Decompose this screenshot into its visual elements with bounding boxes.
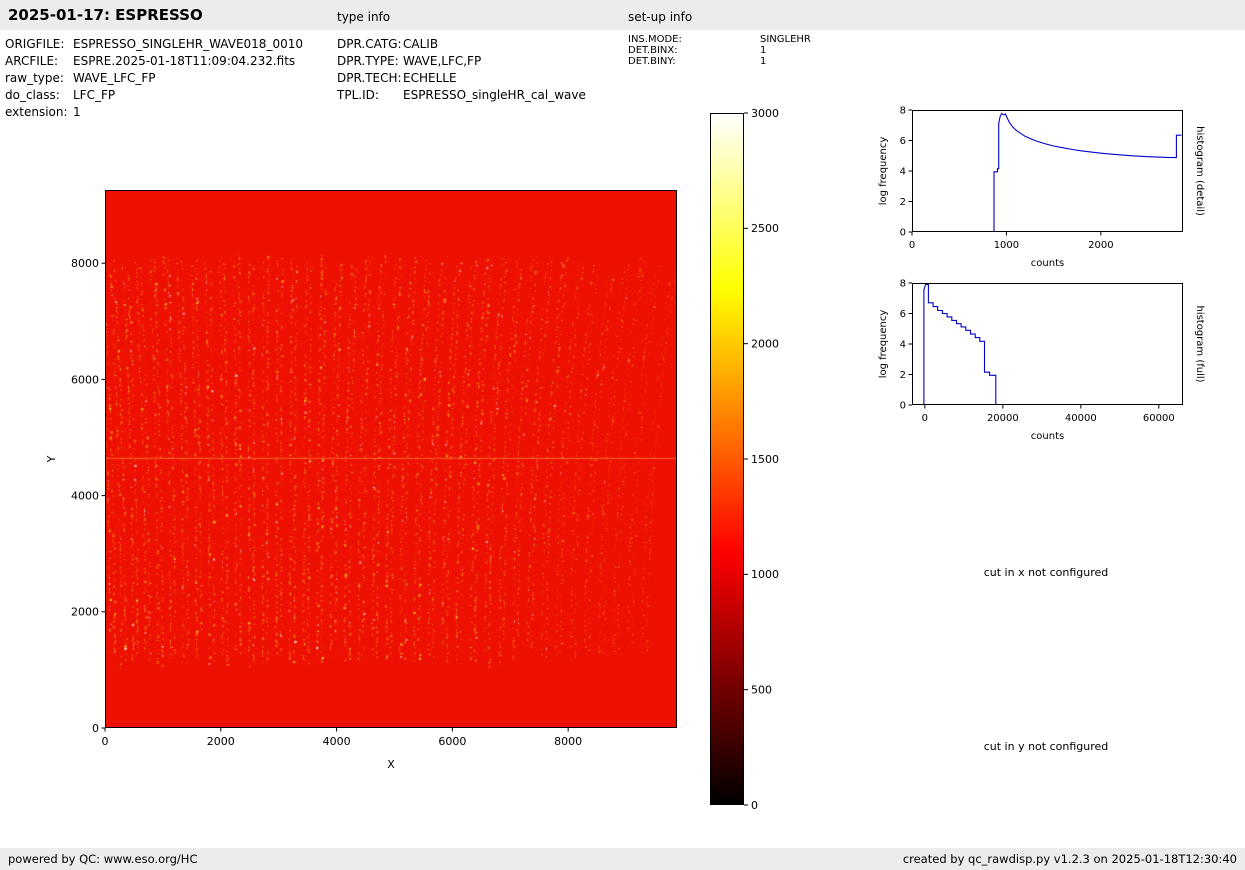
svg-text:histogram (full): histogram (full) xyxy=(1194,305,1205,382)
svg-text:histogram (detail): histogram (detail) xyxy=(1194,126,1205,216)
svg-text:2000: 2000 xyxy=(1088,240,1113,251)
meta-value: CALIB xyxy=(403,36,438,53)
svg-text:2000: 2000 xyxy=(71,606,99,619)
svg-text:0: 0 xyxy=(922,413,928,424)
meta-row: raw_type:WAVE_LFC_FP xyxy=(5,70,303,87)
meta-label: DET.BINX: xyxy=(628,45,760,56)
meta-value: SINGLEHR xyxy=(760,34,811,45)
meta-label: extension: xyxy=(5,104,73,121)
svg-text:0: 0 xyxy=(92,722,99,735)
colorbar-scale: 0 500 1000 1500 2000 2500 3000 xyxy=(744,108,792,810)
meta-row: DPR.TECH:ECHELLE xyxy=(337,70,586,87)
svg-text:3000: 3000 xyxy=(751,107,779,120)
svg-text:counts: counts xyxy=(1031,258,1064,269)
meta-value: ESPRESSO_SINGLEHR_WAVE018_0010 xyxy=(73,36,303,53)
svg-text:1000: 1000 xyxy=(994,240,1019,251)
svg-text:8: 8 xyxy=(900,279,906,290)
meta-value: 1 xyxy=(760,56,766,67)
svg-text:0: 0 xyxy=(900,401,906,412)
svg-text:2500: 2500 xyxy=(751,222,779,235)
meta-value: LFC_FP xyxy=(73,87,115,104)
svg-text:0: 0 xyxy=(102,735,109,748)
svg-text:6000: 6000 xyxy=(438,735,466,748)
meta-row: DPR.TYPE:WAVE,LFC,FP xyxy=(337,53,586,70)
svg-text:500: 500 xyxy=(751,683,772,696)
meta-row: DET.BINX:1 xyxy=(628,45,811,56)
svg-text:4: 4 xyxy=(900,340,906,351)
svg-text:40000: 40000 xyxy=(1065,413,1097,424)
svg-text:log frequency: log frequency xyxy=(878,310,889,379)
raw-frame-axes: 0 2000 4000 6000 8000 0 2000 4000 6000 8000 X Y xyxy=(40,180,692,788)
meta-value: ESPRE.2025-01-18T11:09:04.232.fits xyxy=(73,53,295,70)
meta-label: TPL.ID: xyxy=(337,87,403,104)
meta-row: DET.BINY:1 xyxy=(628,56,811,67)
svg-text:Y: Y xyxy=(45,455,58,463)
meta-row: DPR.CATG:CALIB xyxy=(337,36,586,53)
cut-x-note: cut in x not configured xyxy=(926,566,1166,579)
svg-text:60000: 60000 xyxy=(1143,413,1175,424)
meta-label: DPR.TYPE: xyxy=(337,53,403,70)
meta-label: DET.BINY: xyxy=(628,56,760,67)
type-info-heading: type info xyxy=(337,10,390,24)
svg-text:0: 0 xyxy=(751,799,758,812)
svg-text:0: 0 xyxy=(909,240,915,251)
svg-text:8000: 8000 xyxy=(71,257,99,270)
meta-row: ARCFILE:ESPRE.2025-01-18T11:09:04.232.fi… xyxy=(5,53,303,70)
meta-label: ORIGFILE: xyxy=(5,36,73,53)
footer-bar: powered by QC: www.eso.org/HC created by… xyxy=(0,848,1245,870)
footer-left: powered by QC: www.eso.org/HC xyxy=(8,852,197,866)
svg-text:2: 2 xyxy=(900,197,906,208)
type-info-block: DPR.CATG:CALIBDPR.TYPE:WAVE,LFC,FPDPR.TE… xyxy=(337,36,586,104)
meta-value: WAVE,LFC,FP xyxy=(403,53,481,70)
meta-value: ESPRESSO_singleHR_cal_wave xyxy=(403,87,586,104)
meta-label: raw_type: xyxy=(5,70,73,87)
meta-row: TPL.ID:ESPRESSO_singleHR_cal_wave xyxy=(337,87,586,104)
setup-info-block: INS.MODE:SINGLEHRDET.BINX:1DET.BINY:1 xyxy=(628,34,811,67)
meta-row: INS.MODE:SINGLEHR xyxy=(628,34,811,45)
meta-value: ECHELLE xyxy=(403,70,457,87)
svg-text:counts: counts xyxy=(1031,431,1064,442)
svg-text:6: 6 xyxy=(900,136,906,147)
svg-text:6000: 6000 xyxy=(71,373,99,386)
svg-text:2000: 2000 xyxy=(207,735,235,748)
colorbar xyxy=(710,113,744,805)
svg-text:4: 4 xyxy=(900,167,906,178)
page-title: 2025-01-17: ESPRESSO xyxy=(8,6,203,24)
svg-text:1000: 1000 xyxy=(751,568,779,581)
svg-text:20000: 20000 xyxy=(987,413,1019,424)
cut-y-note: cut in y not configured xyxy=(926,740,1166,753)
footer-right: created by qc_rawdisp.py v1.2.3 on 2025-… xyxy=(903,852,1237,866)
svg-text:2000: 2000 xyxy=(751,337,779,350)
svg-text:4000: 4000 xyxy=(71,489,99,502)
histogram-detail-chart: 0 1000 2000 0 2 4 6 8 counts log frequency histogr… xyxy=(867,102,1215,280)
meta-row: do_class:LFC_FP xyxy=(5,87,303,104)
svg-text:4000: 4000 xyxy=(323,735,351,748)
meta-value: 1 xyxy=(73,104,81,121)
svg-text:1500: 1500 xyxy=(751,453,779,466)
meta-label: DPR.CATG: xyxy=(337,36,403,53)
svg-text:2: 2 xyxy=(900,370,906,381)
meta-label: do_class: xyxy=(5,87,73,104)
meta-label: ARCFILE: xyxy=(5,53,73,70)
meta-label: DPR.TECH: xyxy=(337,70,403,87)
svg-text:8000: 8000 xyxy=(554,735,582,748)
svg-text:0: 0 xyxy=(900,228,906,239)
file-info-block: ORIGFILE:ESPRESSO_SINGLEHR_WAVE018_0010A… xyxy=(5,36,303,121)
svg-text:X: X xyxy=(387,758,395,771)
svg-text:log frequency: log frequency xyxy=(878,137,889,206)
header-bar: 2025-01-17: ESPRESSO type info set-up in… xyxy=(0,0,1245,30)
svg-text:6: 6 xyxy=(900,309,906,320)
meta-value: 1 xyxy=(760,45,766,56)
svg-text:8: 8 xyxy=(900,106,906,117)
meta-row: extension:1 xyxy=(5,104,303,121)
meta-row: ORIGFILE:ESPRESSO_SINGLEHR_WAVE018_0010 xyxy=(5,36,303,53)
setup-info-heading: set-up info xyxy=(628,10,692,24)
meta-value: WAVE_LFC_FP xyxy=(73,70,156,87)
meta-label: INS.MODE: xyxy=(628,34,760,45)
histogram-full-chart: 0 20000 40000 60000 0 2 4 6 8 counts log frequency… xyxy=(867,275,1215,453)
